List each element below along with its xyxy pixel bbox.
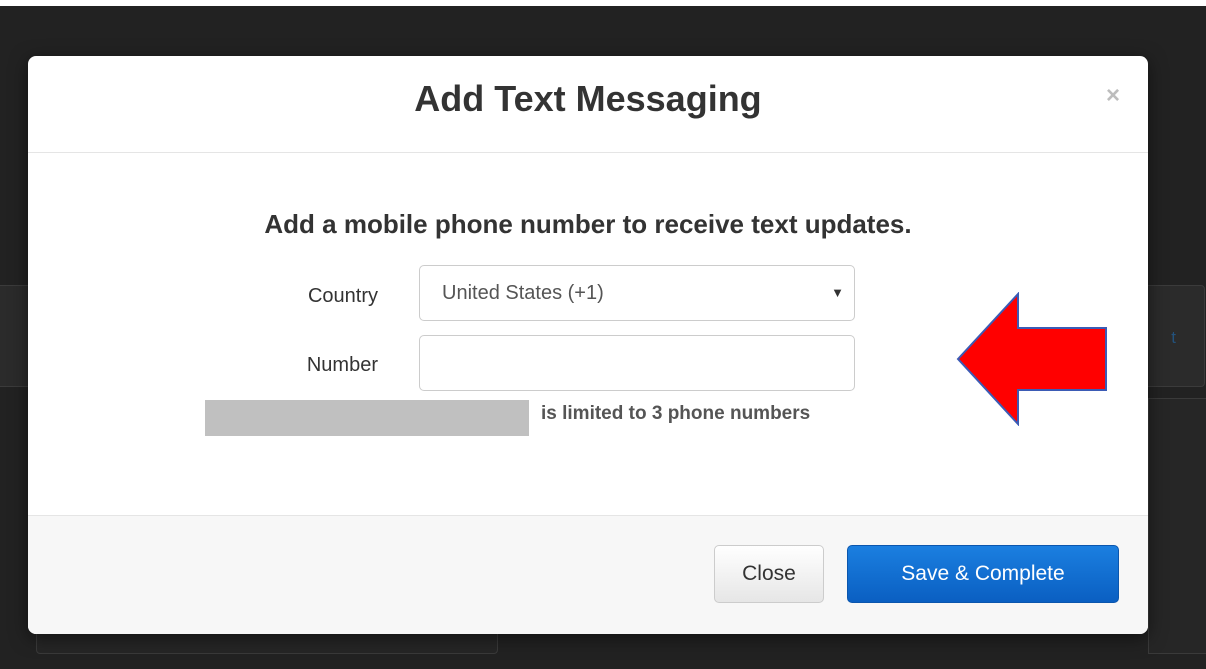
- close-button[interactable]: Close: [714, 545, 824, 603]
- country-label: Country: [307, 285, 378, 307]
- arrow-left-icon: [956, 292, 1107, 426]
- redacted-text: [205, 400, 529, 436]
- chevron-down-icon: ▼: [831, 285, 844, 300]
- dialog-footer: Close Save & Complete: [28, 515, 1148, 634]
- close-icon[interactable]: ×: [1106, 84, 1120, 108]
- dialog-header: Add Text Messaging ×: [28, 56, 1148, 153]
- background-link: t: [1171, 328, 1176, 347]
- background-card-right: [1148, 398, 1206, 654]
- limit-notice: is limited to 3 phone numbers: [541, 403, 811, 424]
- instruction-heading: Add a mobile phone number to receive tex…: [264, 209, 912, 239]
- country-select-value: United States (+1): [442, 282, 604, 304]
- number-label: Number: [306, 354, 378, 376]
- phone-number-input[interactable]: [419, 335, 855, 391]
- country-select[interactable]: United States (+1) ▼: [419, 265, 855, 321]
- screen: t Add Text Messaging × Add a mobile phon…: [0, 0, 1206, 669]
- dialog-title: Add Text Messaging: [414, 78, 762, 119]
- red-arrow-annotation: [956, 292, 1107, 426]
- save-complete-button[interactable]: Save & Complete: [847, 545, 1119, 603]
